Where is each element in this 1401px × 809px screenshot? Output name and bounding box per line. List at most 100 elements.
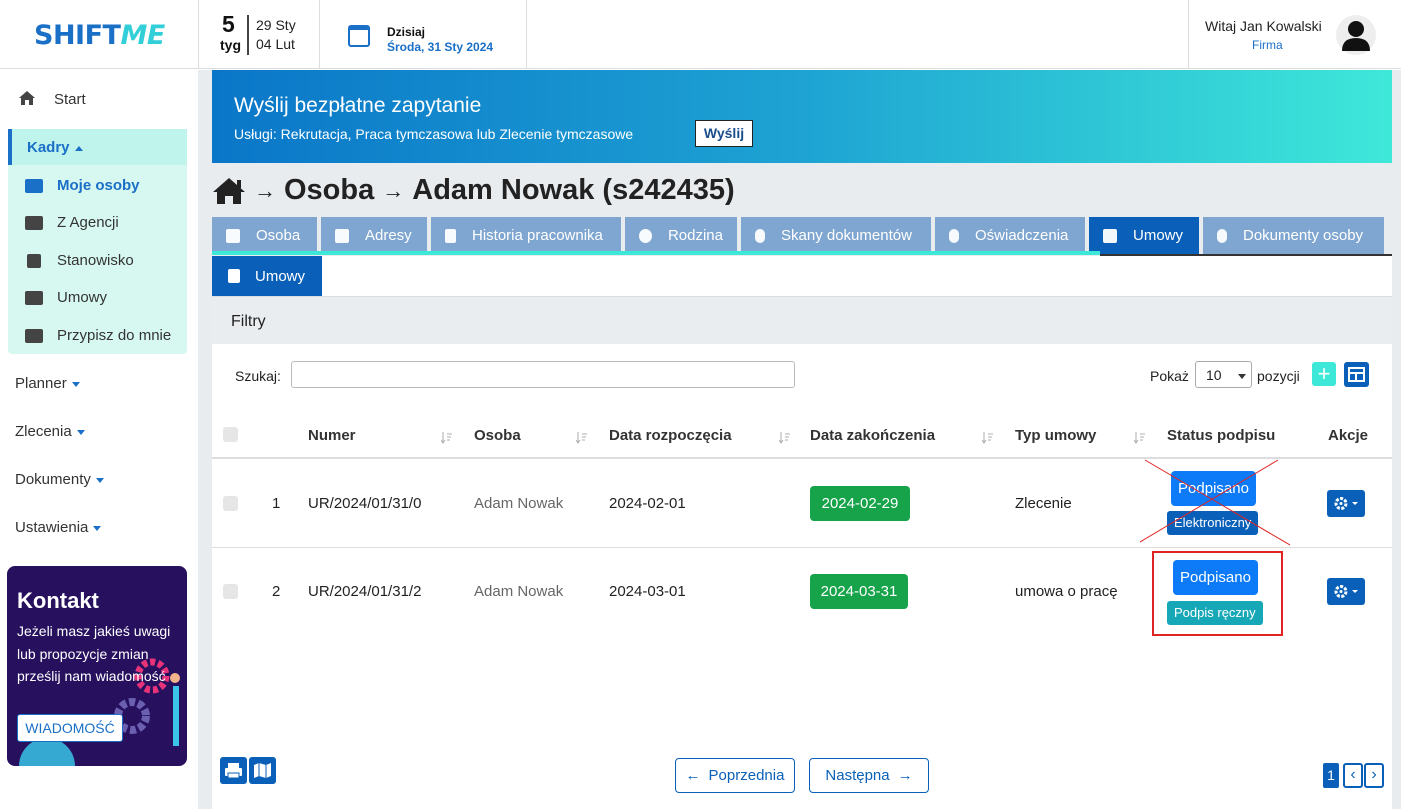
caret-down-icon [76,429,85,435]
week-label: tyg [220,37,241,53]
gear-icon [1334,497,1358,510]
sort-icon[interactable] [1134,432,1145,444]
dokumenty-label: Dokumenty [15,471,91,488]
user-company: Firma [1252,38,1283,52]
sort-icon[interactable] [779,432,790,444]
person-name[interactable]: Adam Nowak [474,495,563,512]
app-logo[interactable]: SHIFTME [34,20,165,51]
avatar[interactable] [1336,15,1376,55]
sidebar-item-dokumenty[interactable]: Dokumenty [15,471,104,488]
week-start: 29 Sty [256,17,296,33]
sidebar-item-z-agencji[interactable]: Z Agencji [57,214,119,231]
sidebar-item-moje-osoby[interactable]: Moje osoby [57,177,140,194]
sidebar-item-stanowisko[interactable]: Stanowisko [57,252,134,269]
gear-icon [1334,585,1358,598]
tab-rodzina[interactable]: Rodzina [625,217,737,254]
table-icon [1348,367,1365,382]
tab-label: Rodzina [667,227,723,244]
tab-label: Osoba [256,227,301,244]
arrow-left-icon: ← [685,767,701,784]
sidebar-item-umowy[interactable]: Umowy [57,289,107,306]
map-icon [254,763,271,778]
caret-down-icon [71,381,80,387]
week-number: 5 [222,11,235,37]
end-date-badge: 2024-03-31 [810,574,908,609]
contact-message-button[interactable]: WIADOMOŚĆ [17,714,123,742]
tab-oswiadczenia[interactable]: Oświadczenia [935,217,1085,254]
user-check-icon [25,216,43,230]
signature-type-badge: Podpis ręczny [1167,601,1263,625]
tab-label: Historia pracownika [472,227,603,244]
column-header-data-rozpoczecia[interactable]: Data rozpoczęcia [609,427,732,444]
filters-header[interactable]: Filtry [212,296,1392,344]
sidebar-item-ustawienia[interactable]: Ustawienia [15,519,102,536]
contract-number[interactable]: UR/2024/01/31/0 [308,495,421,512]
file-signature-icon [25,291,43,305]
next-page-button[interactable]: Następna → [809,758,929,793]
map-button[interactable] [249,757,276,784]
user-icon [639,228,652,243]
subtab-umowy[interactable]: Umowy [212,256,322,296]
breadcrumb-section[interactable]: Osoba [284,174,374,207]
select-all-checkbox[interactable] [223,427,238,442]
sidebar-item-zlecenia[interactable]: Zlecenia [15,423,85,440]
page-size-value: 10 [1206,367,1222,383]
paperclip-icon [949,228,959,243]
row-checkbox[interactable] [223,584,238,599]
sort-icon[interactable] [576,432,587,444]
row-divider [212,547,1392,548]
tab-umowy[interactable]: Umowy [1089,217,1199,254]
contract-number[interactable]: UR/2024/01/31/2 [308,583,421,600]
subtab-label: Umowy [255,267,306,285]
chevron-left-icon[interactable]: ‹ [1343,763,1363,788]
book-icon [228,269,240,283]
column-header-numer[interactable]: Numer [308,427,356,444]
divider [526,0,527,69]
sort-icon[interactable] [982,432,993,444]
sidebar-item-planner[interactable]: Planner [15,375,80,392]
print-button[interactable] [220,757,247,784]
arrow-right-icon: → [897,767,913,784]
tab-historia[interactable]: Historia pracownika [431,217,621,254]
current-page[interactable]: 1 [1323,763,1339,788]
column-header-osoba[interactable]: Osoba [474,427,521,444]
home-icon[interactable] [212,177,246,205]
banner-send-button[interactable]: Wyślij [695,120,753,147]
sidebar-item-przypisz[interactable]: Przypisz do mnie [57,327,171,344]
contact-title: Kontakt [17,588,99,613]
sidebar-item-kadry[interactable]: Kadry [27,139,83,156]
file-image-icon [445,228,456,243]
chevron-right-icon[interactable]: › [1364,763,1384,788]
zlecenia-label: Zlecenia [15,423,72,440]
row-checkbox[interactable] [223,496,238,511]
tab-label: Dokumenty osoby [1243,227,1364,244]
row-actions-dropdown[interactable] [1327,490,1365,517]
tab-skany[interactable]: Skany dokumentów [741,217,931,254]
id-card-icon [226,228,240,243]
columns-button[interactable] [1344,362,1369,387]
add-button[interactable]: + [1312,362,1336,386]
top-bar [0,0,1401,69]
sort-icon[interactable] [441,432,452,444]
column-header-data-zakonczenia[interactable]: Data zakończenia [810,427,935,444]
location-arrow-icon [335,228,349,243]
column-header-typ-umowy[interactable]: Typ umowy [1015,427,1096,444]
caret-down-icon [93,525,102,531]
search-input[interactable] [291,361,795,388]
sidebar-item-start[interactable]: Start [54,91,86,108]
person-name[interactable]: Adam Nowak [474,583,563,600]
previous-page-button[interactable]: ← Poprzednia [675,758,795,793]
kadry-label: Kadry [27,139,70,156]
tab-adresy[interactable]: Adresy [321,217,427,254]
calendar-icon [348,25,370,47]
tab-dokumenty-osoby[interactable]: Dokumenty osoby [1203,217,1384,254]
banner-subtitle: Usługi: Rekrutacja, Praca tymczasowa lub… [234,126,634,142]
breadcrumb-arrow: → [382,177,405,203]
tab-osoba[interactable]: Osoba [212,217,317,254]
book-icon [1103,228,1117,243]
logo-text-part1: SHIFT [34,20,121,51]
page-size-select[interactable]: 10 [1195,361,1252,388]
user-greeting: Witaj Jan Kowalski [1205,18,1322,34]
row-actions-dropdown[interactable] [1327,578,1365,605]
planner-label: Planner [15,375,67,392]
